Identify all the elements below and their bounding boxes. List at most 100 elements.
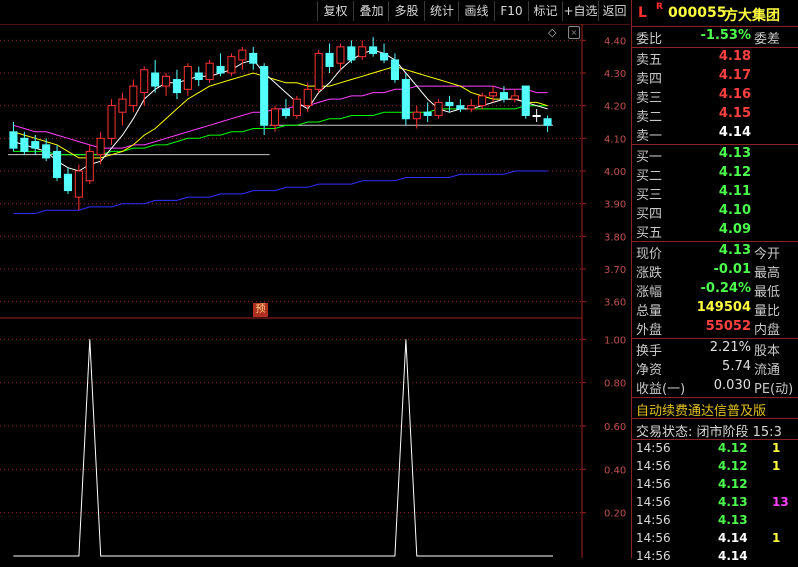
diamond-icon[interactable]: ◇ bbox=[548, 26, 556, 39]
tick-row: 14:56 4.12 1 bbox=[636, 459, 781, 473]
toolbar-button-8[interactable]: 返回 bbox=[598, 1, 630, 21]
kline-chart[interactable]: 1.00 0.80 0.60 0.40 0.20 4.40 4.30 4.20 4.10 4.0… bbox=[0, 0, 630, 558]
weibi-row: 委比 -1.53% 委差 bbox=[636, 28, 781, 47]
candle bbox=[249, 46, 258, 70]
candle bbox=[380, 43, 389, 64]
candle bbox=[260, 63, 269, 136]
indicator-tick-label: 0.80 bbox=[604, 379, 626, 390]
candle bbox=[336, 43, 345, 70]
fund-row: 收益(一) 0.030 PE(动) bbox=[636, 378, 794, 397]
market-mark-l: L bbox=[638, 5, 647, 21]
price-tick-label: 4.30 bbox=[604, 69, 626, 80]
toolbar-button-0[interactable]: 复权 bbox=[317, 1, 353, 21]
candle bbox=[281, 99, 290, 119]
indicator-line bbox=[13, 339, 553, 557]
toolbar-button-1[interactable]: 叠加 bbox=[353, 1, 389, 21]
bid-row[interactable]: 买二 4.12 bbox=[632, 165, 798, 184]
bid-row[interactable]: 买一 4.13 bbox=[632, 146, 798, 165]
price-tick-label: 4.00 bbox=[604, 167, 626, 178]
candle bbox=[63, 167, 72, 194]
tick-row: 14:56 4.14 bbox=[636, 549, 748, 563]
candle bbox=[423, 102, 432, 122]
indicator-tick-label: 0.60 bbox=[604, 422, 626, 433]
candle bbox=[510, 89, 519, 103]
candle bbox=[172, 69, 181, 100]
price-tick-label: 4.40 bbox=[604, 36, 626, 47]
ask-row[interactable]: 卖四 4.17 bbox=[632, 68, 798, 87]
fund-row: 净资 5.74 流通 bbox=[636, 359, 781, 378]
ask-row[interactable]: 卖一 4.14 bbox=[632, 125, 798, 144]
candle bbox=[107, 99, 116, 145]
candle bbox=[85, 144, 94, 185]
quote-panel: L R 000055 方大集团 委比 -1.53% 委差 卖五 4.18 卖四 4.1… bbox=[631, 0, 798, 563]
toolbar-button-2[interactable]: 多股 bbox=[388, 1, 424, 21]
tick-row: 14:56 4.14 1 bbox=[636, 531, 781, 545]
tick-row: 14:56 4.12 1 bbox=[636, 441, 781, 455]
ask-row[interactable]: 卖三 4.16 bbox=[632, 87, 798, 106]
indicator-tick-label: 0.20 bbox=[604, 509, 626, 520]
toolbar-button-3[interactable]: 统计 bbox=[424, 1, 459, 21]
auto-renew-banner[interactable]: 自动续费通达信普及版 bbox=[636, 400, 766, 419]
quote-row: 外盘 55052 内盘 bbox=[636, 319, 781, 338]
stock-header: L R 000055 方大集团 bbox=[632, 0, 798, 26]
stock-code: 000055 bbox=[668, 5, 727, 21]
tick-row: 14:56 4.13 bbox=[636, 513, 748, 527]
ma10-line bbox=[13, 65, 548, 159]
candle bbox=[314, 50, 323, 93]
candle bbox=[238, 46, 247, 70]
indicator-tick-label: 0.40 bbox=[604, 465, 626, 476]
bid-row[interactable]: 买三 4.11 bbox=[632, 184, 798, 203]
candle bbox=[489, 86, 498, 103]
quote-row: 涨跌 -0.01 最高 bbox=[636, 262, 781, 281]
candle bbox=[390, 53, 399, 83]
candle bbox=[358, 40, 367, 60]
candle bbox=[96, 131, 105, 165]
candle bbox=[401, 73, 410, 126]
indicator-tick-label: 1.00 bbox=[604, 335, 626, 346]
bid-row[interactable]: 买五 4.09 bbox=[632, 222, 798, 241]
ask-row[interactable]: 卖五 4.18 bbox=[632, 49, 798, 68]
candle bbox=[42, 138, 51, 162]
candle bbox=[53, 144, 62, 181]
candle bbox=[456, 99, 465, 113]
quote-row: 涨幅 -0.24% 最低 bbox=[636, 281, 781, 300]
candle bbox=[445, 95, 454, 113]
price-tick-label: 3.60 bbox=[604, 298, 626, 309]
fund-row: 换手 2.21% 股本 bbox=[636, 340, 781, 359]
price-tick-label: 4.20 bbox=[604, 102, 626, 113]
chart-grid bbox=[0, 23, 630, 558]
candle bbox=[325, 43, 334, 73]
close-icon[interactable]: × bbox=[568, 26, 580, 39]
candle bbox=[129, 79, 138, 113]
candle bbox=[183, 63, 192, 96]
toolbar-button-7[interactable]: +自选 bbox=[562, 1, 598, 21]
quote-row: 现价 4.13 今开 bbox=[636, 243, 781, 262]
stock-name: 方大集团 bbox=[724, 8, 780, 24]
tick-row: 14:56 4.12 bbox=[636, 477, 748, 491]
quote-row: 总量 149504 量比 bbox=[636, 300, 781, 319]
market-mark-r: R bbox=[656, 2, 663, 12]
candle bbox=[194, 66, 203, 87]
candle bbox=[140, 66, 149, 106]
candle bbox=[369, 37, 378, 57]
ask-row[interactable]: 卖二 4.15 bbox=[632, 106, 798, 125]
toolbar-button-6[interactable]: 标记 bbox=[528, 1, 562, 21]
bid-row[interactable]: 买四 4.10 bbox=[632, 203, 798, 222]
candle bbox=[118, 92, 127, 126]
toolbar-button-5[interactable]: F10 bbox=[494, 1, 528, 21]
price-axis: 4.40 4.30 4.20 4.10 4.00 3.90 3.80 3.70 3.60 bbox=[582, 36, 626, 309]
price-tick-label: 3.90 bbox=[604, 200, 626, 211]
moving-average-lines bbox=[13, 49, 548, 214]
candle bbox=[216, 53, 225, 77]
candle bbox=[292, 95, 301, 119]
indicator-panel: 1.00 0.80 0.60 0.40 0.20 bbox=[0, 335, 626, 557]
toolbar-button-4[interactable]: 画线 bbox=[458, 1, 494, 21]
pre-badge[interactable]: 预 bbox=[253, 303, 268, 317]
candle bbox=[434, 99, 443, 119]
candle bbox=[521, 85, 530, 119]
price-tick-label: 4.10 bbox=[604, 134, 626, 145]
candle bbox=[532, 108, 541, 122]
candle bbox=[162, 73, 171, 96]
candle bbox=[543, 115, 552, 132]
candle bbox=[20, 131, 29, 155]
